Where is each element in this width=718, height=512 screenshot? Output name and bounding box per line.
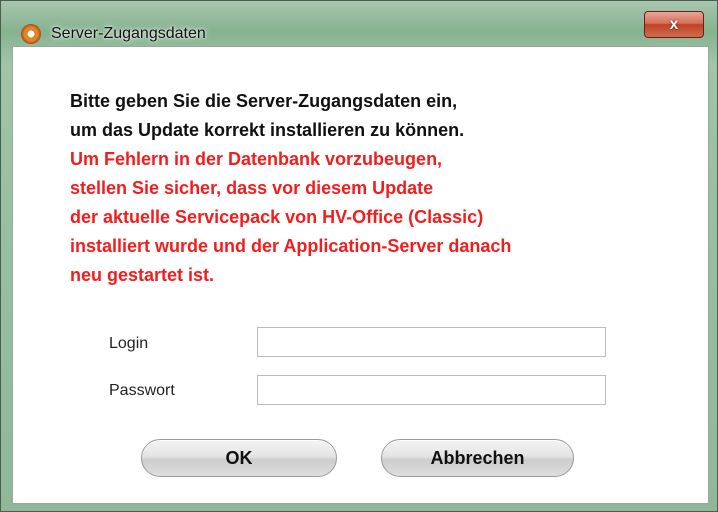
warning-line: stellen Sie sicher, dass vor diesem Upda… bbox=[70, 178, 434, 198]
login-input[interactable] bbox=[257, 327, 606, 357]
cancel-button[interactable]: Abbrechen bbox=[381, 439, 574, 477]
password-label: Passwort bbox=[109, 382, 175, 399]
app-icon bbox=[22, 25, 40, 43]
close-icon: x bbox=[669, 15, 679, 33]
password-input[interactable] bbox=[257, 375, 606, 405]
instruction-text: Bitte geben Sie die Server-Zugangsdaten … bbox=[70, 87, 690, 145]
warning-line: neu gestartet ist. bbox=[70, 265, 215, 285]
warning-line: der aktuelle Servicepack von HV-Office (… bbox=[70, 207, 484, 227]
instruction-line: um das Update korrekt installieren zu kö… bbox=[70, 120, 465, 140]
warning-line: Um Fehlern in der Datenbank vorzubeugen, bbox=[70, 149, 443, 169]
close-button[interactable]: x bbox=[644, 11, 704, 38]
ok-button-label: OK bbox=[225, 447, 253, 468]
cancel-button-label: Abbrechen bbox=[430, 447, 525, 468]
instruction-line: Bitte geben Sie die Server-Zugangsdaten … bbox=[70, 91, 458, 111]
title-bar[interactable]: Server-Zugangsdaten x bbox=[1, 1, 717, 45]
window-title: Server-Zugangsdaten bbox=[51, 25, 206, 42]
ok-button[interactable]: OK bbox=[141, 439, 337, 477]
warning-line: installiert wurde und der Application-Se… bbox=[70, 236, 512, 256]
dialog-window: Server-Zugangsdaten x Bitte geben Sie di… bbox=[0, 0, 718, 512]
warning-text: Um Fehlern in der Datenbank vorzubeugen,… bbox=[70, 145, 690, 290]
login-label: Login bbox=[109, 335, 149, 352]
